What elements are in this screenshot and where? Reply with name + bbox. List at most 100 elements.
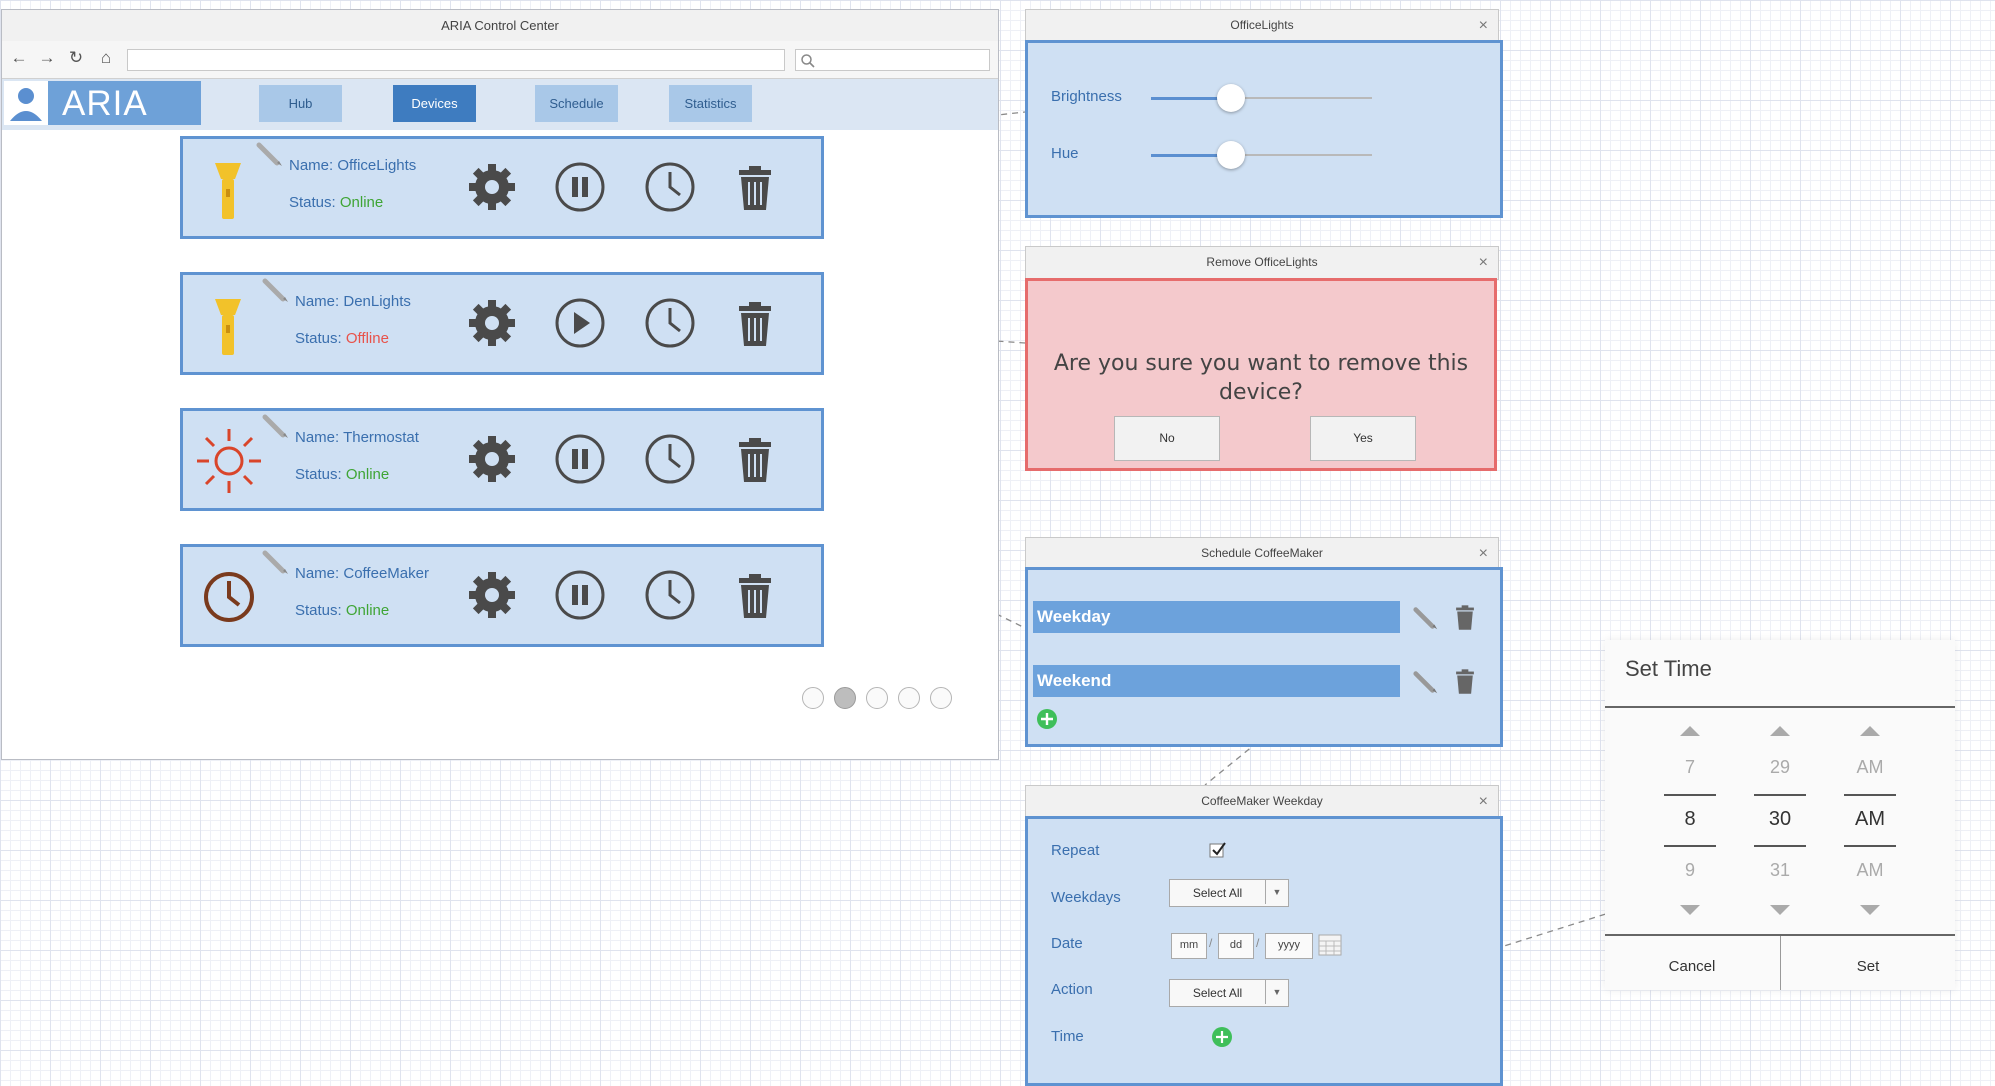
close-icon[interactable]: ×	[1479, 10, 1488, 41]
dialog-title-text: CoffeeMaker Weekday	[1201, 794, 1323, 808]
chevron-down-icon: ▼	[1265, 980, 1288, 1004]
add-time-icon[interactable]	[1211, 1026, 1233, 1048]
date-month-input[interactable]: mm	[1171, 933, 1207, 959]
close-icon[interactable]: ×	[1479, 538, 1488, 569]
remove-dialog: Are you sure you want to remove this dev…	[1025, 278, 1497, 471]
date-year-input[interactable]: yyyy	[1265, 933, 1313, 959]
play-icon[interactable]	[553, 296, 607, 350]
weekdays-select[interactable]: Select All ▼	[1169, 879, 1289, 907]
period-prev: AM	[1856, 757, 1884, 777]
brightness-slider-handle[interactable]	[1216, 84, 1245, 112]
period-up-arrow-icon[interactable]	[1860, 726, 1880, 736]
gear-icon[interactable]	[465, 432, 519, 486]
no-button[interactable]: No	[1114, 416, 1220, 461]
period-down-arrow-icon[interactable]	[1860, 905, 1880, 915]
user-avatar-icon[interactable]	[4, 81, 48, 125]
trash-icon[interactable]	[728, 568, 782, 622]
clock-icon[interactable]	[643, 432, 697, 486]
clock-icon[interactable]	[643, 296, 697, 350]
gear-icon[interactable]	[465, 296, 519, 350]
time-label: Time	[1051, 1028, 1084, 1045]
repeat-label: Repeat	[1051, 842, 1100, 859]
hour-down-arrow-icon[interactable]	[1680, 905, 1700, 915]
cancel-button[interactable]: Cancel	[1605, 958, 1779, 975]
tab-hub[interactable]: Hub	[259, 85, 342, 122]
dialog-title-text: Schedule CoffeeMaker	[1201, 546, 1323, 560]
pause-icon[interactable]	[553, 432, 607, 486]
trash-icon[interactable]	[728, 432, 782, 486]
trash-icon[interactable]	[728, 160, 782, 214]
officelights-dialog-title: OfficeLights ×	[1025, 9, 1499, 43]
brightness-label: Brightness	[1051, 88, 1122, 105]
page-dot[interactable]	[898, 687, 920, 709]
weekday-dialog: Repeat Weekdays Select All ▼ Date mm / d…	[1025, 816, 1503, 1086]
edit-pencil-icon[interactable]	[261, 411, 291, 441]
minute-line	[1754, 845, 1806, 847]
date-separator: /	[1209, 936, 1213, 950]
dialog-title-text: OfficeLights	[1230, 18, 1294, 32]
gear-icon[interactable]	[465, 160, 519, 214]
arrow-right-icon[interactable]: →	[36, 48, 58, 68]
search-input[interactable]	[795, 49, 990, 71]
hour-line	[1664, 845, 1716, 847]
tab-statistics[interactable]: Statistics	[669, 85, 752, 122]
add-circle-icon[interactable]	[1036, 708, 1058, 730]
page-dot[interactable]	[930, 687, 952, 709]
edit-pencil-icon[interactable]	[261, 275, 291, 305]
tab-schedule[interactable]: Schedule	[535, 85, 618, 122]
set-button[interactable]: Set	[1781, 958, 1955, 975]
app-logo: ARIA	[4, 81, 201, 125]
device-status-prefix: Status:	[295, 602, 346, 619]
page-dot[interactable]	[834, 687, 856, 709]
home-icon[interactable]: ⌂	[95, 48, 117, 68]
weekday-dialog-title: CoffeeMaker Weekday ×	[1025, 785, 1499, 819]
minute-next: 31	[1769, 860, 1791, 880]
trash-icon[interactable]	[728, 296, 782, 350]
hour-up-arrow-icon[interactable]	[1680, 726, 1700, 736]
clock-icon[interactable]	[643, 568, 697, 622]
date-day-input[interactable]: dd	[1218, 933, 1254, 959]
schedule-item-weekday[interactable]: Weekday	[1033, 601, 1400, 633]
close-icon[interactable]: ×	[1479, 786, 1488, 817]
edit-pencil-icon[interactable]	[1412, 668, 1440, 696]
hour-value[interactable]: 8	[1655, 808, 1725, 831]
action-select-value: Select All	[1192, 986, 1243, 1000]
yes-button[interactable]: Yes	[1310, 416, 1416, 461]
refresh-icon[interactable]: ↻	[65, 48, 87, 68]
schedule-item-weekend[interactable]: Weekend	[1033, 665, 1400, 697]
close-icon[interactable]: ×	[1479, 247, 1488, 278]
minute-up-arrow-icon[interactable]	[1770, 726, 1790, 736]
flashlight-icon	[215, 299, 241, 355]
hue-slider-handle[interactable]	[1216, 141, 1245, 169]
browser-toolbar: ← → ↻ ⌂	[2, 41, 998, 79]
page-dot[interactable]	[802, 687, 824, 709]
trash-icon[interactable]	[1450, 601, 1480, 633]
repeat-checkbox[interactable]	[1209, 841, 1227, 859]
edit-pencil-icon[interactable]	[261, 547, 291, 577]
minute-value[interactable]: 30	[1745, 808, 1815, 831]
action-select[interactable]: Select All ▼	[1169, 979, 1289, 1007]
minute-prev: 29	[1769, 757, 1791, 777]
gear-icon[interactable]	[465, 568, 519, 622]
device-card: Name: DenLights Status: Offline	[180, 272, 824, 375]
address-bar[interactable]	[127, 49, 785, 71]
arrow-left-icon[interactable]: ←	[8, 48, 30, 68]
edit-pencil-icon[interactable]	[255, 139, 285, 169]
pause-icon[interactable]	[553, 160, 607, 214]
device-name: DenLights	[343, 293, 411, 310]
title-divider	[1605, 706, 1955, 708]
edit-pencil-icon[interactable]	[1412, 604, 1440, 632]
trash-icon[interactable]	[1450, 665, 1480, 697]
tab-devices[interactable]: Devices	[393, 85, 476, 122]
remove-dialog-title: Remove OfficeLights ×	[1025, 246, 1499, 280]
device-status-prefix: Status:	[295, 466, 346, 483]
clock-icon[interactable]	[643, 160, 697, 214]
calendar-icon[interactable]	[1318, 934, 1342, 956]
period-value[interactable]: AM	[1835, 808, 1905, 831]
minute-down-arrow-icon[interactable]	[1770, 905, 1790, 915]
schedule-dialog-title: Schedule CoffeeMaker ×	[1025, 537, 1499, 571]
window-title: ARIA Control Center	[2, 10, 998, 42]
device-name-prefix: Name:	[295, 293, 344, 310]
pause-icon[interactable]	[553, 568, 607, 622]
page-dot[interactable]	[866, 687, 888, 709]
